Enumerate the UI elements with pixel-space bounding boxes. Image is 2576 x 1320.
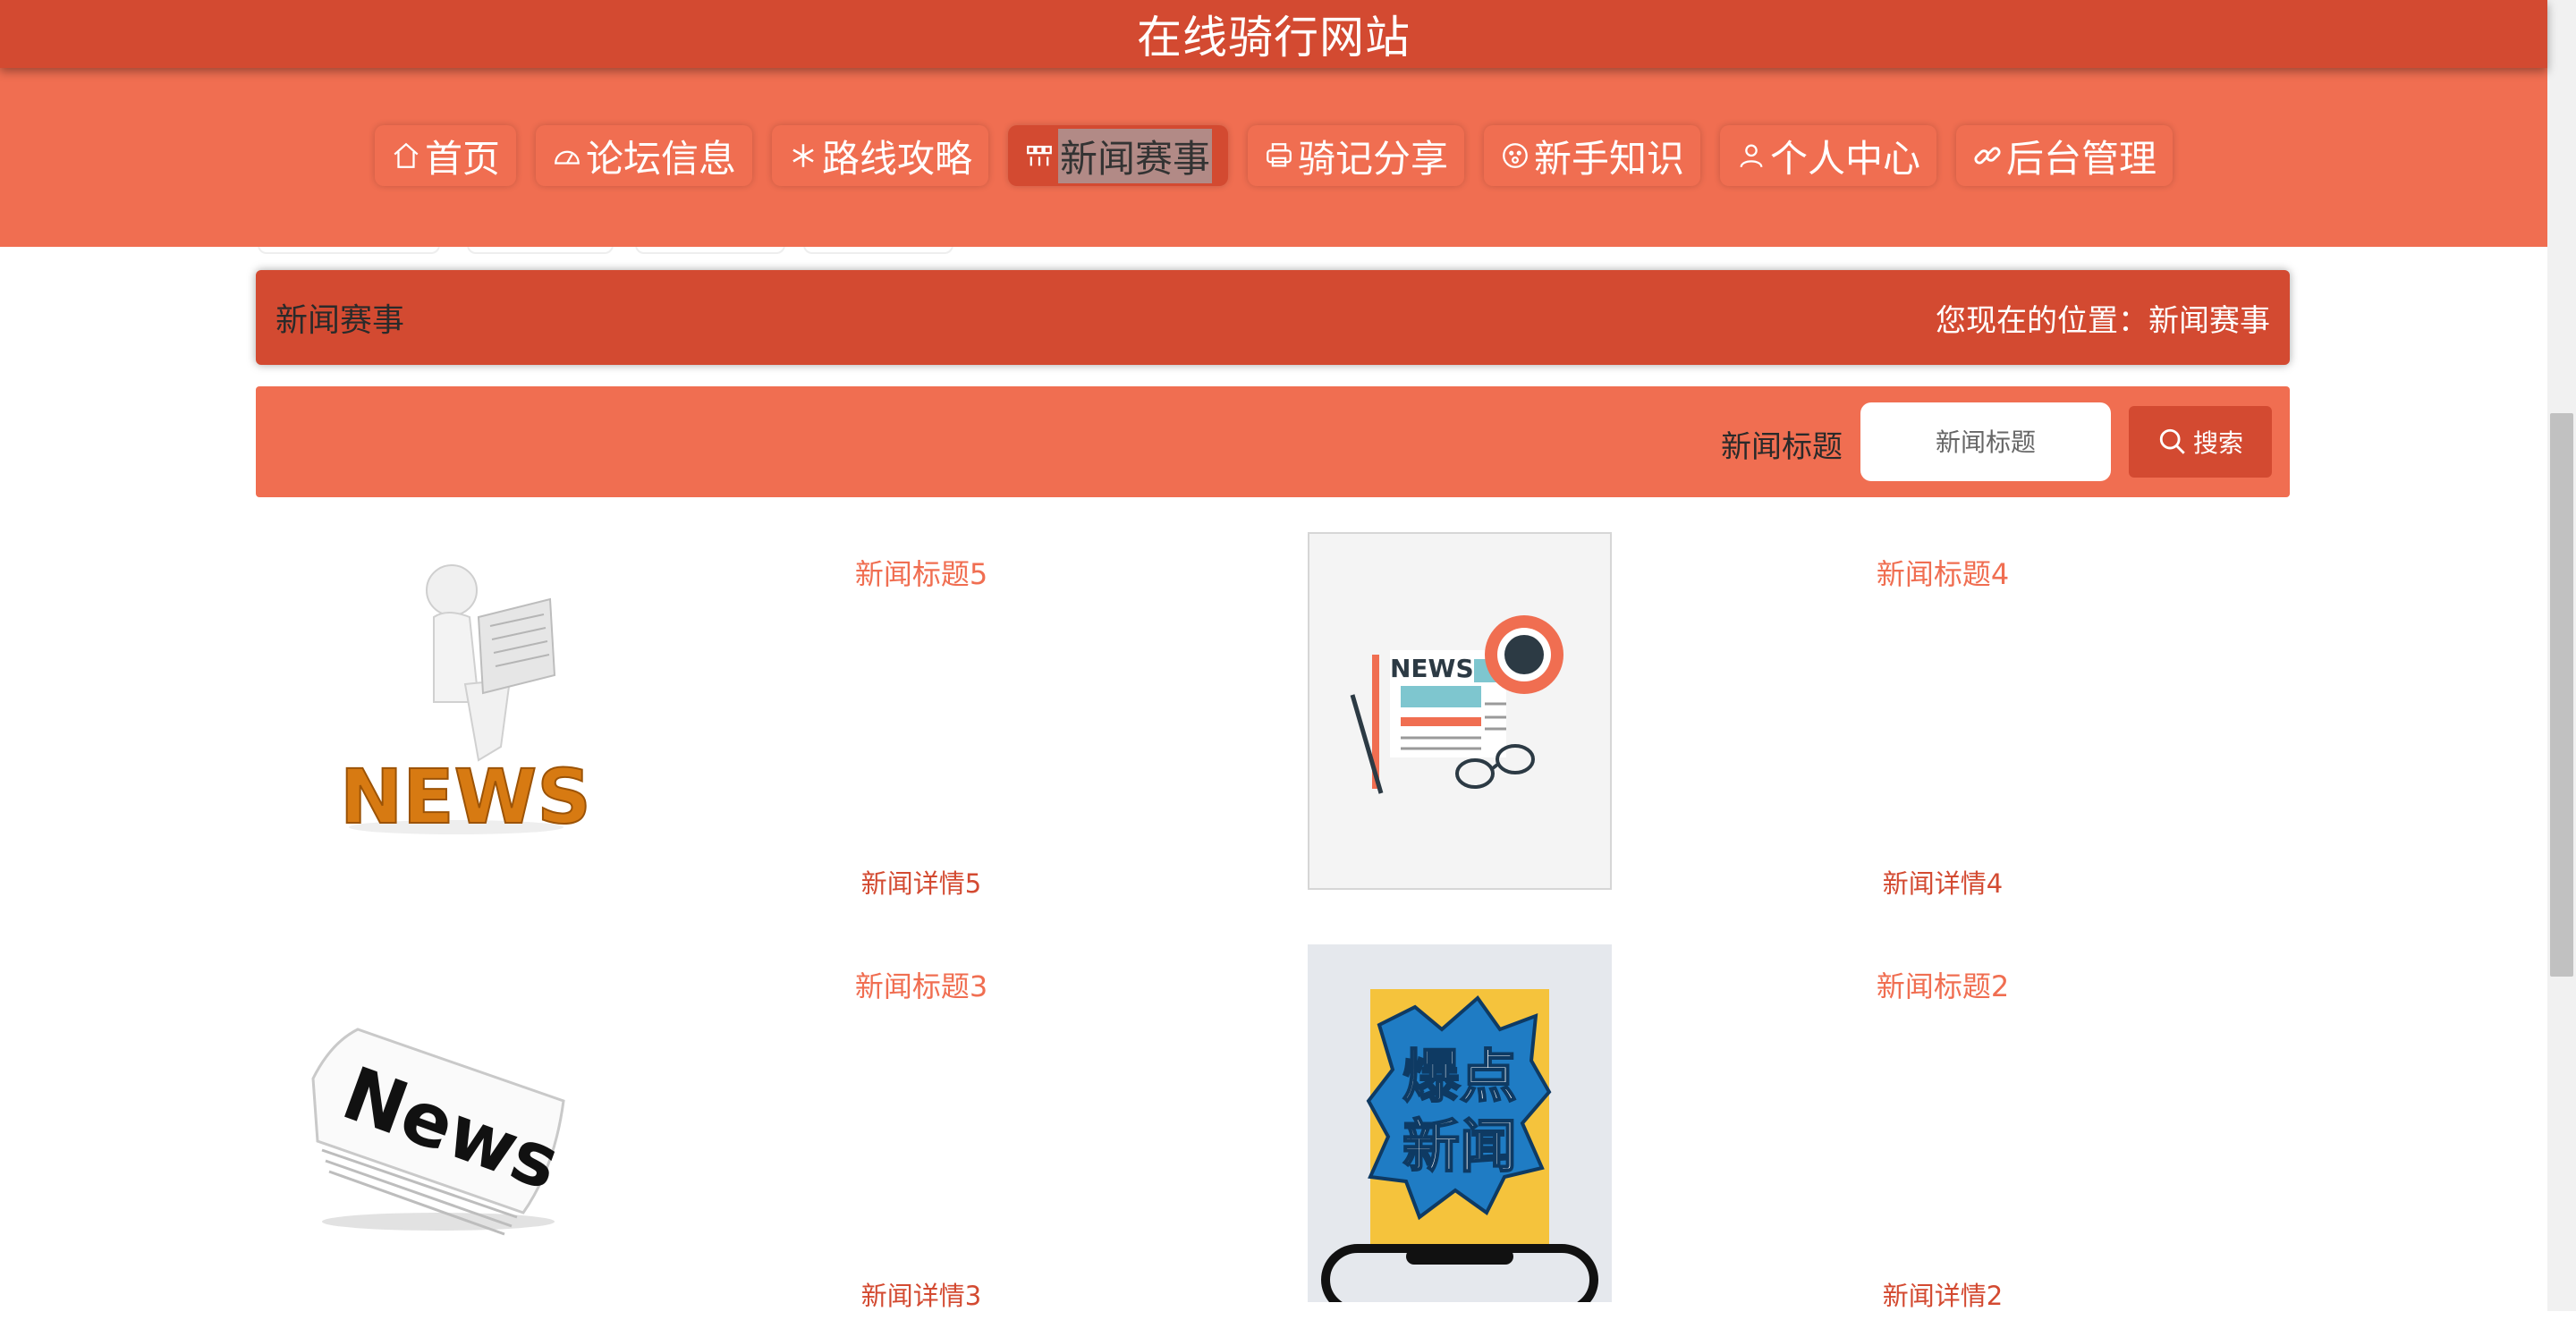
search-button-label: 搜索 <box>2192 428 2243 458</box>
news-item[interactable]: News 新闻标题3 新闻详情3 <box>286 944 1297 1320</box>
printer-icon <box>1267 143 1292 167</box>
nav-item-home[interactable]: 首页 <box>374 125 516 186</box>
nav-band: 首页 论坛信息 路线攻略 新闻赛事 骑记分享 新手知识 个人中心 后台管理 <box>0 68 2547 247</box>
news-thumbnail[interactable]: NEWS <box>1308 532 1612 890</box>
page-title: 新闻赛事 <box>275 302 405 339</box>
nav-item-label: 新闻赛事 <box>1057 128 1212 183</box>
nav-item-label: 后台管理 <box>2006 136 2157 181</box>
nav-item-forum[interactable]: 论坛信息 <box>535 125 752 186</box>
news-detail[interactable]: 新闻详情3 <box>662 1275 1181 1313</box>
news-title[interactable]: 新闻标题2 <box>1683 964 2202 1005</box>
nav-item-label: 新手知识 <box>1534 136 1685 181</box>
news-thumbnail[interactable]: 爆点新闻 <box>1308 944 1612 1302</box>
site-title: 在线骑行网站 <box>1137 12 1411 63</box>
news-detail[interactable]: 新闻详情2 <box>1683 1275 2202 1313</box>
news-thumb-word: NEWS <box>1390 654 1474 683</box>
news-title[interactable]: 新闻标题3 <box>662 964 1181 1005</box>
grid-icon <box>1027 145 1052 166</box>
nav-item-profile[interactable]: 个人中心 <box>1720 125 1937 186</box>
user-icon <box>1740 144 1763 168</box>
breadcrumb: 您现在的位置：新闻赛事 <box>1936 302 2270 339</box>
news-item[interactable]: NEWS 新闻标题4 新闻详情4 <box>1308 532 2318 908</box>
search-icon <box>2159 428 2185 454</box>
news-item[interactable]: NEWS 新闻标题5 新闻详情5 <box>286 532 1297 908</box>
title-bar: 在线骑行网站 <box>0 0 2547 68</box>
breadcrumb-panel: 新闻赛事 您现在的位置：新闻赛事 <box>256 270 2290 365</box>
nav-item-label: 骑记分享 <box>1298 136 1449 181</box>
search-button[interactable]: 搜索 <box>2129 406 2272 478</box>
nav-item-admin[interactable]: 后台管理 <box>1956 125 2174 186</box>
smile-icon <box>1503 143 1528 168</box>
scrollbar-thumb[interactable] <box>2550 413 2573 977</box>
news-title[interactable]: 新闻标题4 <box>1683 552 2202 593</box>
snowflake-icon <box>792 144 814 167</box>
news-thumb-word: NEWS <box>340 753 590 841</box>
news-detail[interactable]: 新闻详情4 <box>1683 863 2202 901</box>
news-thumbnail[interactable]: News <box>286 944 590 1302</box>
news-thumb-word: 爆点新闻 <box>1402 1044 1518 1181</box>
search-panel: 新闻标题 搜索 <box>256 386 2290 497</box>
main-nav: 首页 论坛信息 路线攻略 新闻赛事 骑记分享 新手知识 个人中心 后台管理 <box>0 125 2547 197</box>
search-label: 新闻标题 <box>1721 429 1843 465</box>
search-input[interactable] <box>1860 402 2111 481</box>
dashboard-icon <box>555 150 580 165</box>
link-icon <box>1974 147 2001 165</box>
news-thumbnail[interactable]: NEWS <box>286 532 590 890</box>
home-icon <box>394 142 419 168</box>
nav-item-beginner[interactable]: 新手知识 <box>1484 125 1701 186</box>
nav-item-label: 首页 <box>424 136 500 181</box>
nav-item-label: 论坛信息 <box>585 136 736 181</box>
news-title[interactable]: 新闻标题5 <box>662 552 1181 593</box>
nav-item-label: 个人中心 <box>1770 136 1921 181</box>
nav-item-label: 路线攻略 <box>821 136 972 181</box>
news-item[interactable]: 爆点新闻 新闻标题2 新闻详情2 <box>1308 944 2318 1320</box>
nav-item-routes[interactable]: 路线攻略 <box>771 125 988 186</box>
news-detail[interactable]: 新闻详情5 <box>662 863 1181 901</box>
nav-item-share[interactable]: 骑记分享 <box>1248 125 1465 186</box>
nav-item-news[interactable]: 新闻赛事 <box>1007 125 1228 186</box>
